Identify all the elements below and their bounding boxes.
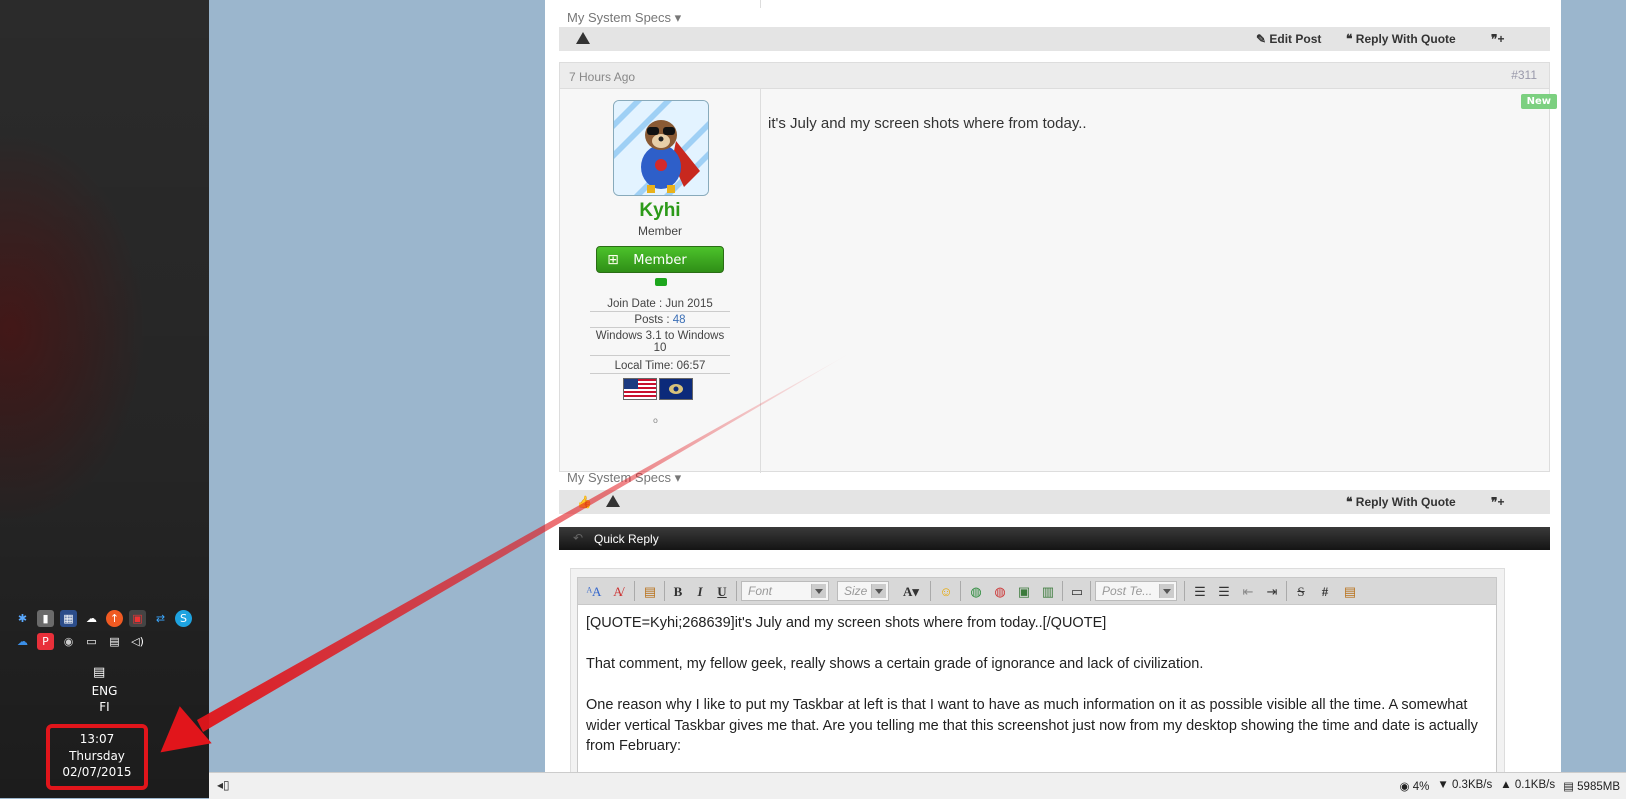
input-language[interactable]: ENG [0,684,209,698]
outdent-icon[interactable]: ⇤ [1238,582,1258,601]
rank-badge: ⊞ Member [596,246,724,273]
cloud-sync-icon[interactable]: ☁ [14,633,31,650]
reply-line-comment: That comment, my fellow geek, really sho… [586,656,1204,672]
clock-day: Thursday [69,748,125,763]
skype-icon[interactable]: S [175,610,192,627]
post-count: Posts : 48 [590,314,730,328]
like-icon[interactable]: 👍 [577,495,592,509]
post-number-link[interactable]: #311 [1511,68,1537,82]
tray-icons-row-1: ✱ ▮ ▦ ☁ ↑ ▣ ⇄ S [14,610,192,627]
system-specs-link[interactable]: My System Specs ▾ [567,470,681,486]
post-message: it's July and my screen shots where from… [768,115,1087,132]
multi-quote-icon[interactable]: ❞+ [1491,495,1504,509]
quote-icon[interactable]: ▭ [1067,582,1087,601]
remove-format-icon[interactable]: ᴬA [584,582,604,601]
insert-image-icon[interactable]: ▣ [1014,582,1034,601]
post-date: 7 Hours Ago [569,70,636,84]
reply-with-quote-button[interactable]: ❝ Reply With Quote [1346,32,1456,46]
reply-line-quote: [QUOTE=Kyhi;268639]it's July and my scre… [586,615,1107,631]
forum-page: My System Specs ▾ ✎ Edit Post ❝ Reply Wi… [545,0,1561,774]
online-status-icon: o [653,416,658,425]
insert-video-icon[interactable]: ▥ [1038,582,1058,601]
report-warning-icon[interactable] [606,495,620,507]
clear-format-icon[interactable]: A̸ [608,582,628,601]
user-info-panel: Kyhi Member ⊞ Member Join Date : Jun 201… [560,88,761,473]
ordered-list-icon[interactable]: ☰ [1190,582,1210,601]
indent-icon[interactable]: ⇥ [1262,582,1282,601]
taskbar-clock[interactable]: 13:07 Thursday 02/07/2015 [46,724,148,790]
state-flag-icon [659,378,693,400]
insert-link-icon[interactable]: ◍ [966,582,986,601]
wrap-code-button[interactable]: # [1316,582,1334,601]
prev-system-specs-link[interactable]: My System Specs ▾ [567,10,681,26]
bold-button[interactable]: B [669,582,687,601]
quick-reply-header[interactable]: ↶ Quick Reply [559,527,1550,550]
text-color-button[interactable]: A▾ [898,582,924,601]
wrap-php-icon[interactable]: ▤ [1340,582,1360,601]
sidebar-toggle-icon[interactable]: ◂▯ [217,778,230,792]
clock-time: 13:07 [79,732,115,746]
reputation-indicator [655,278,667,286]
forum-post: 7 Hours Ago #311 New Kyhi Member ⊞ Membe… [559,62,1557,473]
strikethrough-button[interactable]: S [1292,582,1310,601]
post-template-select[interactable]: Post Te... [1095,581,1177,601]
prev-post-actionbar: ✎ Edit Post ❝ Reply With Quote ❞+ [559,27,1550,51]
user-avatar[interactable] [613,100,709,196]
edit-post-button[interactable]: ✎ Edit Post [1256,32,1321,46]
clock-date: 02/07/2015 [62,765,132,779]
post-actionbar: 👍 ❝ Reply With Quote ❞+ [559,490,1550,514]
size-select[interactable]: Size [837,581,889,601]
rank-label: Member [633,253,687,268]
volume-icon[interactable]: ◁) [129,633,146,650]
reply-with-quote-button[interactable]: ❝ Reply With Quote [1346,495,1456,509]
reply-line-body: One reason why I like to put my Taskbar … [586,697,1478,754]
update-icon[interactable]: ↑ [106,610,123,627]
memory-usage: ▤ 5985MB [1563,781,1620,793]
user-title: Member [637,224,682,238]
username[interactable]: Kyhi [560,200,760,222]
remove-link-icon[interactable]: ◍ [990,582,1010,601]
cpu-usage: ◉ 4% [1399,781,1430,793]
network-monitor-icon[interactable]: ▦ [60,610,77,627]
pocket-icon[interactable]: P [37,633,54,650]
paste-icon[interactable]: ▤ [640,582,660,601]
collapse-icon[interactable]: ↶ [573,531,583,545]
reply-editor: ᴬA A̸ ▤ B I U Font Size A▾ ☺ ◍ ◍ ▣ ▥ ▭ P… [570,568,1505,774]
bluetooth-icon[interactable]: ✱ [14,610,31,627]
post-count-link[interactable]: 48 [673,314,686,326]
network-icon[interactable]: ▤ [106,633,123,650]
windows-logo-icon: ⊞ [607,252,619,268]
italic-button[interactable]: I [691,582,709,601]
usb-safe-remove-icon[interactable]: ▮ [37,610,54,627]
user-flags [623,378,693,400]
smilies-icon[interactable]: ☺ [936,582,956,601]
download-speed: ▼ 0.3KB/s [1437,779,1493,791]
unordered-list-icon[interactable]: ☰ [1214,582,1234,601]
tray-icons-row-2: ☁ P ◉ ▭ ▤ ◁) [14,633,146,650]
editor-toolbar: ᴬA A̸ ▤ B I U Font Size A▾ ☺ ◍ ◍ ▣ ▥ ▭ P… [577,577,1497,605]
report-warning-icon[interactable] [576,32,590,44]
upload-speed: ▲ 0.1KB/s [1500,779,1556,791]
teamviewer-icon[interactable]: ⇄ [152,610,169,627]
input-locale[interactable]: FI [0,700,209,714]
local-time: Local Time: 06:57 [590,360,730,374]
onedrive-icon[interactable]: ☁ [83,610,100,627]
post-header: 7 Hours Ago #311 [560,63,1549,89]
task-manager-icon[interactable]: ▣ [129,610,146,627]
user-os: Windows 3.1 to Windows 10 [590,330,730,356]
underline-button[interactable]: U [713,582,731,601]
us-flag-icon [623,378,657,400]
browser-statusbar: ◂▯ ◉ 4% ▼ 0.3KB/s ▲ 0.1KB/s ▤ 5985MB [209,772,1626,799]
quick-reply-title: Quick Reply [594,532,659,546]
reply-textarea[interactable]: [QUOTE=Kyhi;268639]it's July and my scre… [577,605,1497,773]
new-badge: New [1520,94,1557,109]
join-date: Join Date : Jun 2015 [590,298,730,312]
ghost-icon[interactable]: ◉ [60,633,77,650]
font-select[interactable]: Font [741,581,829,601]
battery-icon[interactable]: ▭ [83,633,100,650]
multi-quote-icon[interactable]: ❞+ [1491,32,1504,46]
action-center-icon[interactable]: ▤ [93,665,109,680]
